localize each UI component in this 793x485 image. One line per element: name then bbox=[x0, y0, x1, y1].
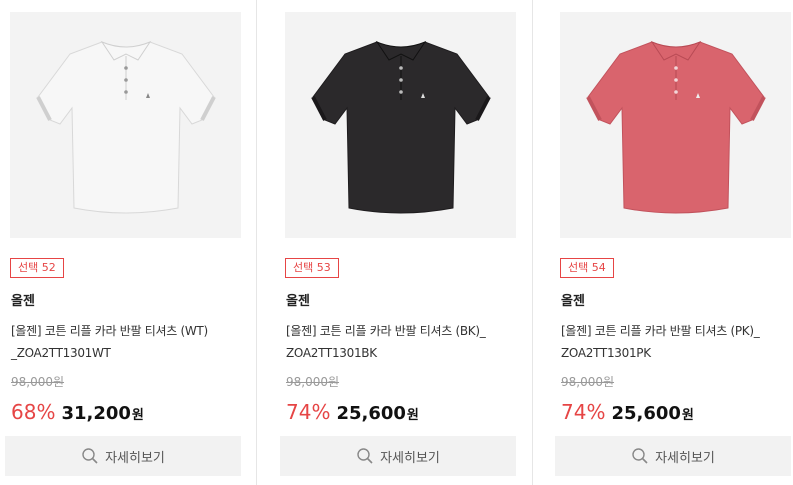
brand-name: 올젠 bbox=[286, 294, 310, 309]
product-name-line: [올젠] 코튼 리플 카라 반팔 티셔츠 (PK)_ bbox=[561, 324, 760, 338]
product-image[interactable] bbox=[285, 12, 516, 238]
sale-price: 25,600 bbox=[336, 403, 406, 424]
view-details-label: 자세히보기 bbox=[380, 450, 440, 466]
search-icon bbox=[82, 448, 98, 464]
product-name[interactable]: [올젠] 코튼 리플 카라 반팔 티셔츠 (WT) _ZOA2TT1301WT bbox=[11, 320, 247, 364]
discount-rate: 74% bbox=[561, 400, 606, 424]
brand-name: 올젠 bbox=[11, 294, 35, 309]
original-price: 98,000원 bbox=[561, 375, 615, 389]
product-name-line: ZOA2TT1301PK bbox=[561, 346, 651, 360]
view-details-label: 자세히보기 bbox=[655, 450, 715, 466]
product-card[interactable]: 선택 52 올젠 [올젠] 코튼 리플 카라 반팔 티셔츠 (WT) _ZOA2… bbox=[5, 0, 241, 485]
polo-shirt-image bbox=[586, 40, 766, 214]
brand-name: 올젠 bbox=[561, 294, 585, 309]
column-divider bbox=[256, 0, 257, 485]
selection-badge: 선택 52 bbox=[10, 258, 64, 278]
price-row: 68% 31,200원 bbox=[11, 397, 144, 431]
product-name-line: [올젠] 코튼 리플 카라 반팔 티셔츠 (WT) bbox=[11, 324, 208, 338]
price-row: 74% 25,600원 bbox=[286, 397, 419, 431]
product-name[interactable]: [올젠] 코튼 리플 카라 반팔 티셔츠 (PK)_ ZOA2TT1301PK bbox=[561, 320, 793, 364]
search-icon bbox=[357, 448, 373, 464]
product-image[interactable] bbox=[560, 12, 791, 238]
polo-shirt-image bbox=[36, 40, 216, 214]
product-name[interactable]: [올젠] 코튼 리플 카라 반팔 티셔츠 (BK)_ ZOA2TT1301BK bbox=[286, 320, 522, 364]
view-details-button[interactable]: 자세히보기 bbox=[280, 436, 516, 476]
view-details-button[interactable]: 자세히보기 bbox=[555, 436, 791, 476]
view-details-label: 자세히보기 bbox=[105, 450, 165, 466]
view-details-button[interactable]: 자세히보기 bbox=[5, 436, 241, 476]
selection-badge: 선택 53 bbox=[285, 258, 339, 278]
discount-rate: 68% bbox=[11, 400, 56, 424]
currency-label: 원 bbox=[406, 408, 419, 423]
sale-price: 25,600 bbox=[611, 403, 681, 424]
selection-badge: 선택 54 bbox=[560, 258, 614, 278]
search-icon bbox=[632, 448, 648, 464]
product-image[interactable] bbox=[10, 12, 241, 238]
product-card[interactable]: 선택 53 올젠 [올젠] 코튼 리플 카라 반팔 티셔츠 (BK)_ ZOA2… bbox=[280, 0, 516, 485]
discount-rate: 74% bbox=[286, 400, 331, 424]
price-row: 74% 25,600원 bbox=[561, 397, 694, 431]
original-price: 98,000원 bbox=[286, 375, 340, 389]
original-price: 98,000원 bbox=[11, 375, 65, 389]
product-name-line: ZOA2TT1301BK bbox=[286, 346, 377, 360]
polo-shirt-image bbox=[311, 40, 491, 214]
currency-label: 원 bbox=[681, 408, 694, 423]
product-card[interactable]: 선택 54 올젠 [올젠] 코튼 리플 카라 반팔 티셔츠 (PK)_ ZOA2… bbox=[555, 0, 791, 485]
column-divider bbox=[532, 0, 533, 485]
product-name-line: _ZOA2TT1301WT bbox=[11, 346, 111, 360]
sale-price: 31,200 bbox=[61, 403, 131, 424]
currency-label: 원 bbox=[131, 408, 144, 423]
product-name-line: [올젠] 코튼 리플 카라 반팔 티셔츠 (BK)_ bbox=[286, 324, 486, 338]
